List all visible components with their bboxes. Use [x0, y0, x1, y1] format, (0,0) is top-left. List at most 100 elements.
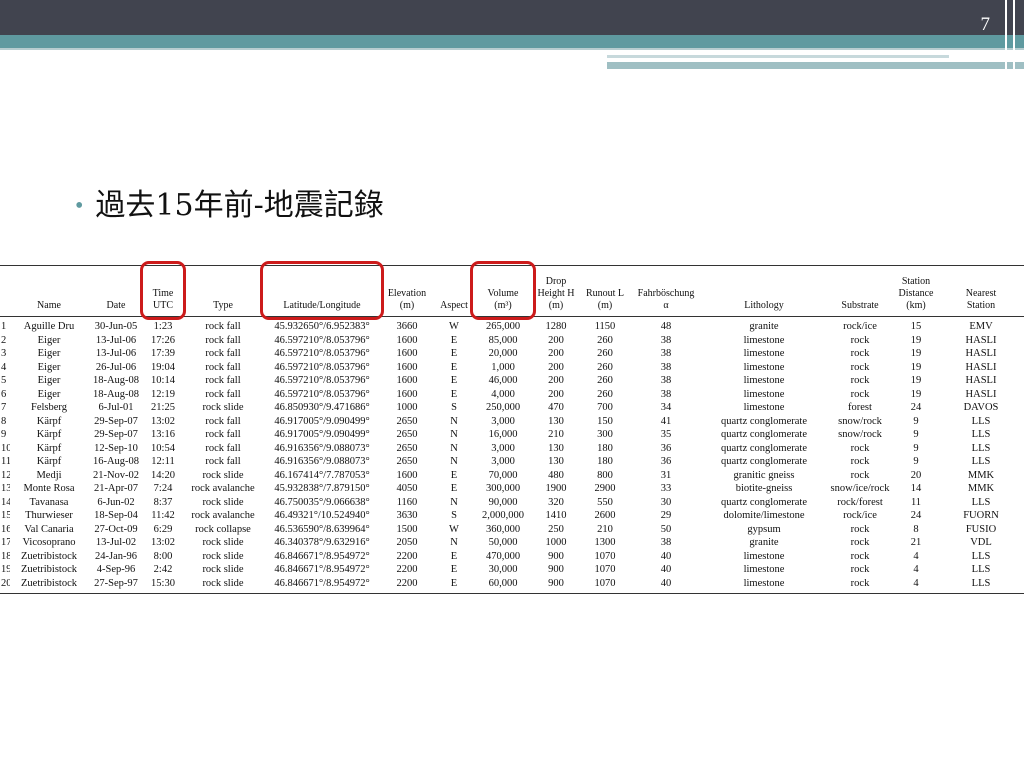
- cell-fahr: 34: [660, 402, 672, 413]
- table-row: 5 Eiger 18-Aug-08 10:14 rock fall 46.597210°/…: [0, 374, 1024, 388]
- cell-aspect: N: [450, 429, 458, 440]
- cell-elev: 1600: [396, 334, 418, 346]
- cell-station: FUORN: [963, 510, 999, 521]
- cell-station: LLS: [938, 576, 1024, 594]
- table-row: 20 Zuetribistock 27-Sep-97 15:30 rock slide 4…: [0, 576, 1024, 594]
- cell-time: 8:00: [153, 550, 173, 562]
- cell-time: 10:54: [151, 442, 175, 454]
- cell-type: rock fall: [205, 348, 241, 359]
- cell-fahr: 29: [660, 510, 672, 521]
- cell-dist: 4: [913, 550, 919, 562]
- cell-latlon: 46.597210°/8.053796°: [274, 334, 370, 346]
- cell-fahr: 48: [660, 321, 672, 332]
- cell-runout: 800: [597, 469, 613, 481]
- cell-idx: 15: [1, 510, 10, 521]
- cell-dist: 15: [910, 321, 922, 332]
- table-row: 3 Eiger 13-Jul-06 17:39 rock fall 46.597210°/…: [0, 347, 1024, 361]
- cell-volume: 360,000: [485, 523, 521, 535]
- cell-elev: 1600: [396, 361, 418, 373]
- cell-drop: 210: [548, 429, 564, 440]
- page-number: 7: [980, 14, 991, 35]
- column-header-fahr: Fahrböschung α: [630, 265, 702, 317]
- cell-dist: 9: [913, 442, 919, 454]
- cell-type: rock fall: [205, 388, 241, 400]
- cell-idx: 20: [0, 576, 10, 594]
- cell-runout: 210: [597, 523, 613, 535]
- cell-aspect: N: [450, 442, 458, 454]
- cell-runout: 2600: [594, 510, 616, 521]
- cell-dist: 24: [910, 402, 922, 413]
- table-body: 1 Aguille Dru 30-Jun-05 1:23 rock fall 45.932…: [0, 317, 1024, 594]
- cell-latlon: 46.597210°/8.053796°: [274, 375, 370, 386]
- cell-date: 4-Sep-96: [96, 564, 136, 575]
- cell-fahr: 38: [660, 537, 672, 548]
- cell-fahr: 36: [660, 442, 672, 454]
- cell-aspect: S: [451, 510, 457, 521]
- column-header-idx: [0, 265, 10, 317]
- cell-station: HASLI: [965, 348, 997, 359]
- cell-drop: 1410: [545, 510, 567, 521]
- cell-type: rock slide: [202, 564, 244, 575]
- table-row: 2 Eiger 13-Jul-06 17:26 rock fall 46.597210°/…: [0, 334, 1024, 348]
- cell-elev: 2650: [396, 415, 418, 427]
- cell-substrate: rock/ice: [843, 321, 877, 332]
- cell-substrate: rock/forest: [837, 496, 883, 508]
- cell-dist: 19: [910, 361, 922, 373]
- cell-name: Eiger: [37, 348, 61, 359]
- cell-name: Kärpf: [36, 456, 62, 467]
- table-row: 11 Kärpf 16-Aug-08 12:11 rock fall 46.916356°…: [0, 455, 1024, 469]
- cell-type: rock slide: [202, 496, 244, 508]
- cell-aspect: E: [450, 361, 458, 373]
- cell-latlon: 46.846671°/8.954972°: [274, 550, 370, 562]
- cell-litho: quartz conglomerate: [721, 429, 807, 440]
- decorative-line: [607, 62, 1024, 69]
- cell-name: Val Canaria: [24, 523, 74, 535]
- slide-accent-line: [0, 48, 1024, 50]
- cell-date: 21-Nov-02: [92, 469, 140, 481]
- cell-name: Medji: [36, 469, 62, 481]
- cell-station: MMK: [967, 483, 995, 494]
- cell-latlon: 46.917005°/9.090499°: [274, 429, 370, 440]
- cell-date: 6-Jul-01: [98, 402, 134, 413]
- cell-substrate: forest: [848, 402, 872, 413]
- cell-time: 13:02: [151, 415, 175, 427]
- cell-idx: 8: [1, 415, 7, 427]
- cell-substrate: snow/ice/rock: [830, 483, 890, 494]
- cell-drop: 320: [548, 496, 564, 508]
- cell-drop: 1900: [545, 483, 567, 494]
- cell-type: rock collapse: [195, 523, 251, 535]
- cell-time: 11:42: [151, 510, 175, 521]
- cell-substrate: snow/rock: [838, 429, 882, 440]
- cell-time: 14:20: [151, 469, 175, 481]
- table-row: 10 Kärpf 12-Sep-10 10:54 rock fall 46.916356°…: [0, 442, 1024, 456]
- cell-aspect: N: [450, 456, 458, 467]
- cell-runout: 1070: [580, 576, 630, 594]
- cell-date: 6-Jun-02: [97, 496, 135, 508]
- cell-litho: quartz conglomerate: [721, 442, 807, 454]
- cell-idx: 5: [1, 375, 7, 386]
- cell-fahr: 40: [630, 576, 702, 594]
- cell-idx: 19: [1, 564, 10, 575]
- cell-runout: 260: [597, 388, 613, 400]
- cell-litho: gypsum: [747, 523, 781, 535]
- cell-elev: 1500: [396, 523, 418, 535]
- cell-litho: limestone: [743, 361, 785, 373]
- cell-name: Thurwieser: [25, 510, 73, 521]
- cell-dist: 19: [910, 334, 922, 346]
- cell-substrate: rock: [850, 348, 870, 359]
- column-header-time: Time UTC: [144, 265, 182, 317]
- cell-drop: 200: [548, 361, 564, 373]
- cell-fahr: 38: [660, 388, 672, 400]
- cell-aspect: W: [449, 523, 459, 535]
- cell-litho: limestone: [743, 388, 785, 400]
- cell-date: 24-Jan-96: [95, 550, 137, 562]
- cell-name: Monte Rosa: [23, 483, 75, 494]
- cell-idx: 18: [1, 550, 10, 562]
- cell-date: 18-Aug-08: [92, 375, 140, 386]
- cell-type: rock fall: [205, 415, 241, 427]
- cell-aspect: N: [450, 537, 458, 548]
- cell-idx: 1: [1, 321, 7, 332]
- cell-elev: 1600: [396, 348, 418, 359]
- cell-idx: 17: [1, 537, 10, 548]
- cell-latlon: 46.750035°/9.066638°: [274, 496, 370, 508]
